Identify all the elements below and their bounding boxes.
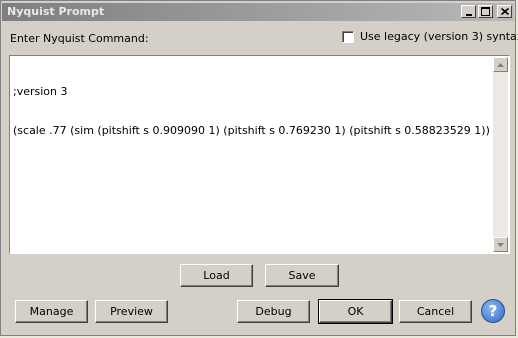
editor-text[interactable]: ;version 3 (scale .77 (sim (pitshift s 0… [13,59,489,163]
maximize-button[interactable] [478,5,493,18]
help-button[interactable]: ? [481,299,505,323]
save-button[interactable]: Save [265,264,339,287]
scroll-up-button[interactable] [493,57,508,72]
scroll-down-button[interactable] [493,237,508,252]
editor-line: ;version 3 [13,85,68,98]
nyquist-prompt-dialog: Nyquist Prompt Enter Nyquist Command: Us… [0,0,518,336]
preview-button[interactable]: Preview [95,300,168,323]
help-icon: ? [488,302,498,320]
legacy-syntax-checkbox[interactable] [342,30,354,43]
triangle-down-icon [497,242,504,247]
vertical-scrollbar[interactable] [493,57,508,252]
title-bar[interactable]: Nyquist Prompt [2,3,514,21]
command-label: Enter Nyquist Command: [10,32,149,45]
ok-button[interactable]: OK [318,299,393,324]
editor-line: (scale .77 (sim (pitshift s 0.909090 1) … [13,124,489,137]
minimize-icon [465,13,472,16]
debug-button[interactable]: Debug [237,300,310,323]
legacy-syntax-label: Use legacy (version 3) syntax. [360,30,518,43]
close-icon [500,8,509,15]
minimize-button[interactable] [461,5,476,18]
close-button[interactable] [497,5,512,18]
manage-button[interactable]: Manage [15,300,88,323]
cancel-button[interactable]: Cancel [399,300,472,323]
legacy-syntax-option[interactable]: Use legacy (version 3) syntax. [342,30,518,43]
maximize-icon [481,7,490,16]
nyquist-command-editor[interactable]: ;version 3 (scale .77 (sim (pitshift s 0… [9,55,510,254]
triangle-up-icon [497,62,504,67]
load-button[interactable]: Load [180,264,253,287]
window-title: Nyquist Prompt [7,5,105,18]
